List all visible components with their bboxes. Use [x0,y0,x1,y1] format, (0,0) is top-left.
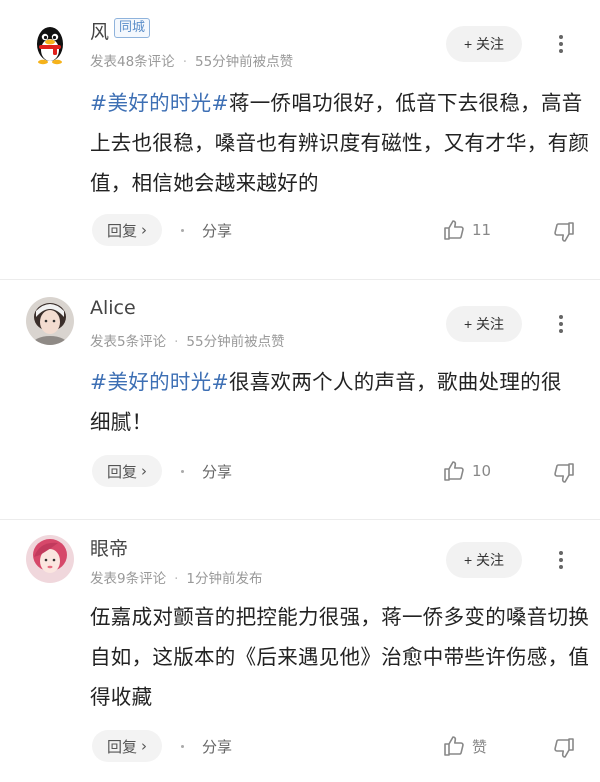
comment-text: #美好的时光#很喜欢两个人的声音，歌曲处理的很细腻！ [90,362,580,442]
like-count: 赞 [472,737,488,756]
username[interactable]: 眼帝 [90,534,128,561]
avatar-alice[interactable] [26,297,74,345]
chevron-right-icon: › [141,737,147,755]
local-badge: 同城 [114,18,151,38]
comment-item: Alice 发表5条评论 · 55分钟前被点赞 + 关注 #美好的时光#很喜欢两个人… [0,280,600,520]
thumbs-down-icon [554,222,574,242]
penguin-avatar-icon [26,20,74,68]
comment-meta: 发表48条评论 · 55分钟前被点赞 [90,54,294,70]
thumbs-down-icon [554,738,574,758]
comment-item: 风 同城 发表48条评论 · 55分钟前被点赞 + 关注 #美好的时光#蒋一侨唱功很… [0,0,600,280]
like-count: 11 [472,221,492,239]
separator-dot [181,470,184,473]
separator-dot [181,229,184,232]
activity-time: 55分钟前被点赞 [194,54,294,70]
like-button[interactable]: 10 [442,459,491,483]
comment-item: 眼帝 发表9条评论 · 1分钟前发布 + 关注 伍嘉成对颤音的把控能力很强，蒋一侨多… [0,520,600,782]
comment-meta: 发表5条评论 · 55分钟前被点赞 [90,334,285,350]
comment-meta: 发表9条评论 · 1分钟前发布 [90,571,263,587]
thumbs-up-icon [444,461,464,481]
reply-label: 回复 [106,737,137,756]
reply-button[interactable]: 回复 › [92,730,162,762]
comment-count: 发表5条评论 [90,334,167,350]
reply-label: 回复 [106,221,137,240]
topic-tag[interactable]: #美好的时光# [90,370,229,394]
dislike-button[interactable] [552,220,576,248]
dislike-button[interactable] [552,736,576,764]
thumbs-down-icon [554,463,574,483]
reply-button[interactable]: 回复 › [92,455,162,487]
thumbs-up-icon [444,220,464,240]
more-vertical-icon[interactable] [552,32,570,58]
follow-button[interactable]: + 关注 [446,542,522,578]
follow-button[interactable]: + 关注 [446,306,522,342]
more-vertical-icon[interactable] [552,312,570,338]
separator-dot [181,745,184,748]
like-button[interactable]: 11 [442,218,491,242]
share-button[interactable]: 分享 [202,461,232,482]
username[interactable]: Alice [90,297,136,319]
chevron-right-icon: › [141,462,147,480]
reply-label: 回复 [106,462,137,481]
share-button[interactable]: 分享 [202,736,232,757]
like-button[interactable]: 赞 [442,734,487,758]
activity-time: 55分钟前被点赞 [186,334,285,350]
comment-count: 发表9条评论 [90,571,167,587]
follow-button[interactable]: + 关注 [446,26,522,62]
more-vertical-icon[interactable] [552,548,570,574]
dislike-button[interactable] [552,461,576,489]
chevron-right-icon: › [141,221,147,239]
avatar-penguin[interactable] [26,20,74,68]
comment-text: 伍嘉成对颤音的把控能力很强，蒋一侨多变的嗓音切换自如，这版本的《后来遇见他》治愈… [90,605,590,709]
thumbs-up-icon [444,736,464,756]
share-button[interactable]: 分享 [202,220,232,241]
username[interactable]: 风 [90,17,109,44]
user-photo-icon [26,297,74,345]
comment-text: #美好的时光#蒋一侨唱功很好，低音下去很稳，高音上去也很稳，嗓音也有辨识度有磁性… [90,83,590,203]
reply-button[interactable]: 回复 › [92,214,162,246]
like-count: 10 [472,462,492,480]
topic-tag[interactable]: #美好的时光# [90,91,229,115]
comment-count: 发表48条评论 [90,54,175,70]
user-photo-icon [26,535,74,583]
avatar-yandi[interactable] [26,535,74,583]
comment-feed: 风 同城 发表48条评论 · 55分钟前被点赞 + 关注 #美好的时光#蒋一侨唱功很… [0,0,600,782]
activity-time: 1分钟前发布 [186,571,263,587]
